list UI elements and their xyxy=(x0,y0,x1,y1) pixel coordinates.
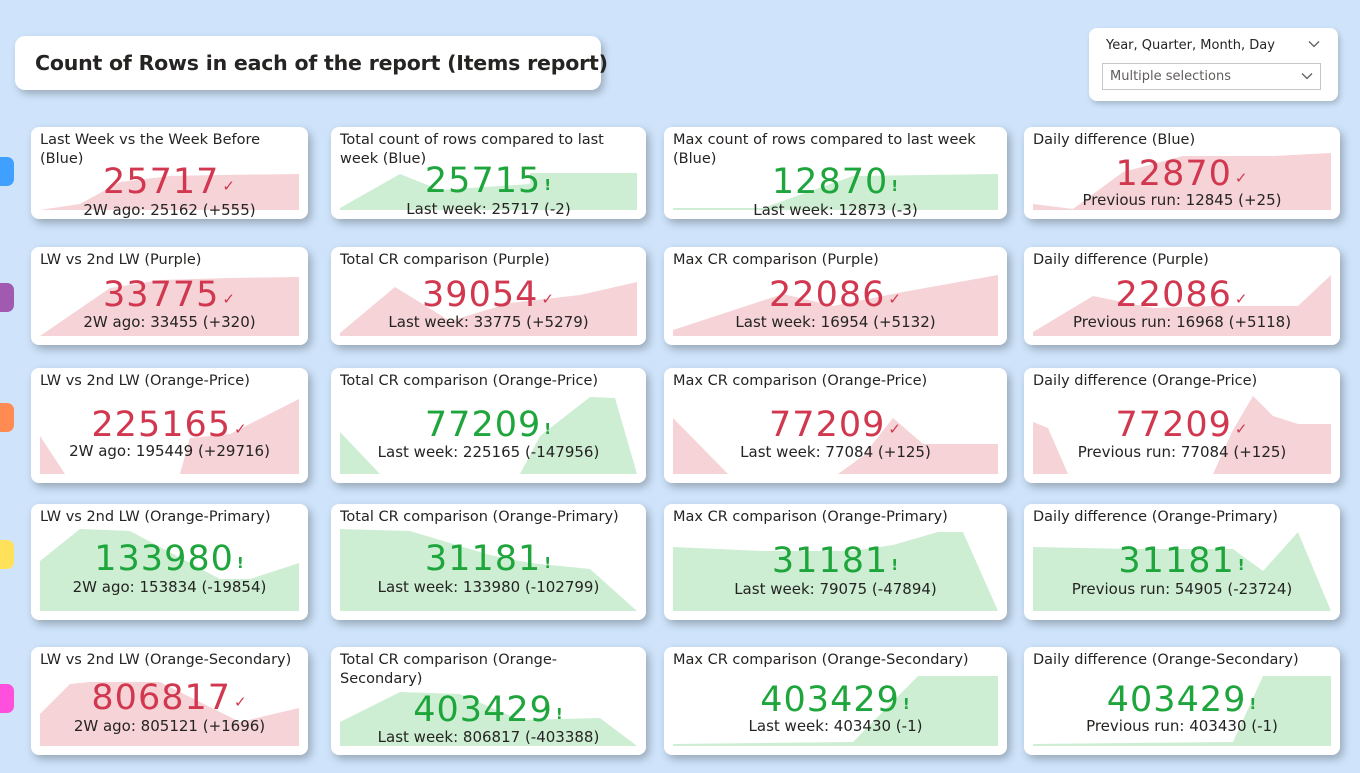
kpi-card[interactable]: Total CR comparison (Purple) 39054 ✓ Last… xyxy=(331,247,646,345)
kpi-card[interactable]: LW vs 2nd LW (Orange-Secondary) 806817 ✓ … xyxy=(31,647,308,755)
card-value: 77209 ✓ xyxy=(1115,405,1249,445)
card-title: Max CR comparison (Orange-Secondary) xyxy=(673,652,969,668)
card-title: Daily difference (Orange-Primary) xyxy=(1033,509,1278,525)
card-subtitle: Previous run: 403430 (-1) xyxy=(1086,717,1278,735)
card-value: 22086 ✓ xyxy=(1115,275,1249,315)
kpi-card[interactable]: Max CR comparison (Orange-Price) 77209 ✓ … xyxy=(664,368,1007,483)
card-subtitle: 2W ago: 805121 (+1696) xyxy=(73,717,266,735)
card-value: 77209 ✓ xyxy=(769,405,902,445)
kpi-card[interactable]: Total CR comparison (Orange-Primary) 311… xyxy=(331,504,646,620)
card-value: 12870 ✓ xyxy=(1115,154,1249,194)
card-value: 33775 ✓ xyxy=(103,275,236,315)
card-subtitle: 2W ago: 33455 (+320) xyxy=(83,313,256,331)
date-slicer[interactable]: Year, Quarter, Month, Day Multiple selec… xyxy=(1089,28,1338,101)
card-value: 31181! xyxy=(771,541,900,581)
card-subtitle: Previous run: 16968 (+5118) xyxy=(1072,313,1292,331)
slicer-header: Year, Quarter, Month, Day xyxy=(1106,38,1275,53)
card-title: LW vs 2nd LW (Purple) xyxy=(40,252,202,268)
card-title: Daily difference (Blue) xyxy=(1033,132,1196,148)
card-subtitle: Last week: 25717 (-2) xyxy=(406,200,571,218)
kpi-card[interactable]: LW vs 2nd LW (Orange-Price) 225165 ✓ 2W a… xyxy=(31,368,308,483)
card-value: 225165 ✓ xyxy=(91,405,248,445)
card-subtitle: Last week: 33775 (+5279) xyxy=(388,313,589,331)
card-title: Total CR comparison (Purple) xyxy=(340,252,550,268)
card-title: Daily difference (Orange-Secondary) xyxy=(1033,652,1299,668)
card-subtitle: Last week: 12873 (-3) xyxy=(753,201,918,219)
card-value: 133980! xyxy=(94,539,245,579)
card-subtitle: Last week: 225165 (-147956) xyxy=(377,443,600,461)
card-title: Daily difference (Purple) xyxy=(1033,252,1209,268)
card-value: 77209! xyxy=(424,405,553,445)
kpi-card[interactable]: Max count of rows compared to last week … xyxy=(664,127,1007,219)
card-value: 31181! xyxy=(424,539,553,579)
card-subtitle: Last week: 79075 (-47894) xyxy=(734,580,937,598)
card-value: 39054 ✓ xyxy=(422,275,555,315)
slicer-dropdown[interactable]: Multiple selections xyxy=(1102,63,1321,90)
chevron-down-icon[interactable] xyxy=(1307,37,1321,51)
row-marker-blue xyxy=(0,157,14,186)
kpi-card[interactable]: Daily difference (Orange-Primary) 31181!… xyxy=(1024,504,1340,620)
kpi-card[interactable]: Max CR comparison (Purple) 22086 ✓ Last w… xyxy=(664,247,1007,345)
kpi-card[interactable]: Total CR comparison (Orange-Secondary) 4… xyxy=(331,647,646,755)
card-value: 403429! xyxy=(413,690,564,730)
card-value: 25717 ✓ xyxy=(103,162,236,202)
kpi-card[interactable]: Last Week vs the Week Before (Blue) 2571… xyxy=(31,127,308,219)
chevron-down-icon[interactable] xyxy=(1300,69,1314,83)
kpi-card[interactable]: Max CR comparison (Orange-Primary) 31181… xyxy=(664,504,1007,620)
card-value: 12870! xyxy=(771,162,900,202)
card-value: 403429! xyxy=(760,680,911,720)
card-subtitle: Previous run: 12845 (+25) xyxy=(1082,191,1282,209)
row-marker-orange-price xyxy=(0,403,14,432)
kpi-card[interactable]: Daily difference (Orange-Price) 77209 ✓ P… xyxy=(1024,368,1340,483)
card-title: Max CR comparison (Orange-Price) xyxy=(673,373,928,389)
kpi-card[interactable]: Daily difference (Blue) 12870 ✓ Previous … xyxy=(1024,127,1340,219)
card-subtitle: 2W ago: 25162 (+555) xyxy=(83,201,256,219)
page-title-card: Count of Rows in each of the report (Ite… xyxy=(15,36,608,90)
card-value: 806817 ✓ xyxy=(91,678,248,718)
card-value: 22086 ✓ xyxy=(769,275,902,315)
kpi-card[interactable]: LW vs 2nd LW (Purple) 33775 ✓ 2W ago: 334… xyxy=(31,247,308,345)
kpi-card[interactable]: Max CR comparison (Orange-Secondary) 403… xyxy=(664,647,1007,755)
page-title: Count of Rows in each of the report (Ite… xyxy=(35,51,608,75)
card-subtitle: Previous run: 54905 (-23724) xyxy=(1071,580,1293,598)
card-title: Max CR comparison (Purple) xyxy=(673,252,879,268)
slicer-selection: Multiple selections xyxy=(1110,69,1231,84)
kpi-card[interactable]: Daily difference (Orange-Secondary) 4034… xyxy=(1024,647,1340,755)
card-subtitle: Last week: 133980 (-102799) xyxy=(377,578,600,596)
row-marker-orange-primary xyxy=(0,540,14,569)
card-title: Max CR comparison (Orange-Primary) xyxy=(673,509,948,525)
card-title: LW vs 2nd LW (Orange-Secondary) xyxy=(40,652,292,668)
kpi-card[interactable]: Total count of rows compared to last wee… xyxy=(331,127,646,219)
row-marker-orange-secondary xyxy=(0,684,14,713)
card-title: Daily difference (Orange-Price) xyxy=(1033,373,1258,389)
card-title: Total CR comparison (Orange-Secondary) xyxy=(340,652,558,687)
card-subtitle: Last week: 77084 (+125) xyxy=(740,443,931,461)
kpi-card[interactable]: LW vs 2nd LW (Orange-Primary) 133980! 2W… xyxy=(31,504,308,620)
kpi-card[interactable]: Total CR comparison (Orange-Price) 77209… xyxy=(331,368,646,483)
card-title: LW vs 2nd LW (Orange-Price) xyxy=(40,373,250,389)
card-value: 31181! xyxy=(1118,541,1246,581)
card-subtitle: 2W ago: 195449 (+29716) xyxy=(69,442,270,460)
card-value: 403429! xyxy=(1106,680,1258,720)
card-subtitle: 2W ago: 153834 (-19854) xyxy=(72,578,267,596)
card-title: Total CR comparison (Orange-Primary) xyxy=(340,509,619,525)
card-value: 25715! xyxy=(424,161,553,201)
row-marker-purple xyxy=(0,283,14,312)
card-subtitle: Previous run: 77084 (+125) xyxy=(1077,443,1287,461)
card-title: Total CR comparison (Orange-Price) xyxy=(340,373,599,389)
card-subtitle: Last week: 16954 (+5132) xyxy=(735,313,936,331)
card-subtitle: Last week: 806817 (-403388) xyxy=(377,728,600,746)
card-subtitle: Last week: 403430 (-1) xyxy=(748,717,923,735)
kpi-card[interactable]: Daily difference (Purple) 22086 ✓ Previou… xyxy=(1024,247,1340,345)
card-title: LW vs 2nd LW (Orange-Primary) xyxy=(40,509,271,525)
